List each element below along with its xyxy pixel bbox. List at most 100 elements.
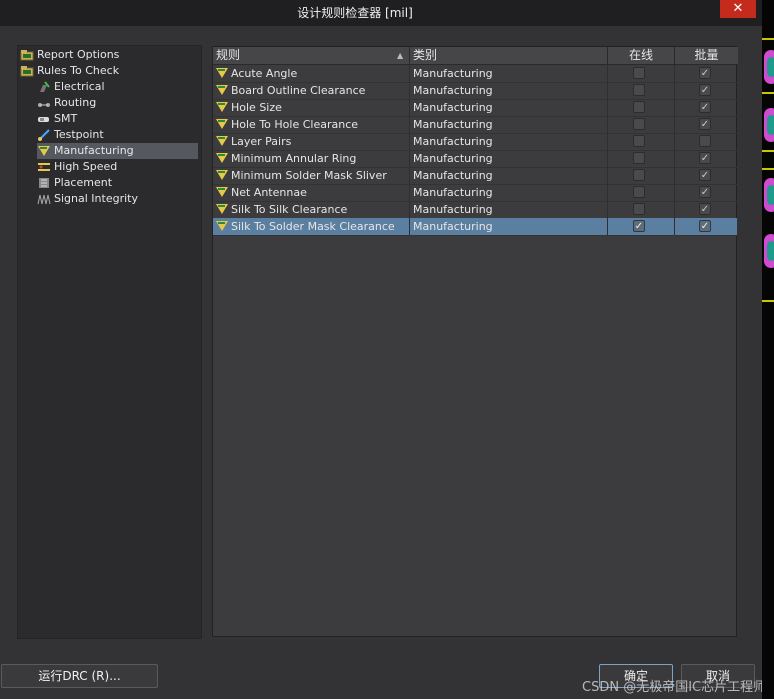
column-divider (607, 150, 608, 167)
tree-item-routing[interactable]: Routing (37, 95, 198, 111)
manufacturing-rule-icon (215, 203, 229, 216)
column-header-online-label: 在线 (628, 48, 653, 62)
manufacturing-rule-icon (215, 186, 229, 199)
tree-item-label: Report Options (37, 48, 120, 61)
column-divider (607, 133, 608, 150)
online-checkbox[interactable] (633, 186, 645, 198)
rule-category: Manufacturing (413, 135, 493, 148)
tree-item-label: Rules To Check (37, 64, 120, 77)
column-divider (607, 99, 608, 116)
column-header-batch[interactable]: 批量 (674, 47, 738, 64)
rule-name: Hole Size (231, 101, 282, 114)
watermark: CSDN @无极帝国IC芯片工程师 (582, 680, 767, 695)
column-divider (409, 218, 410, 235)
close-button[interactable]: ✕ (720, 0, 756, 18)
manufacturing-icon (37, 145, 51, 157)
column-divider (409, 150, 410, 167)
tree-item-manufacturing[interactable]: Manufacturing (37, 143, 198, 159)
grid-header: 规则 ▲ 类别 在线 批量 (213, 47, 738, 65)
tree-item-testpoint[interactable]: Testpoint (37, 127, 198, 143)
column-header-rule[interactable]: 规则 ▲ (216, 47, 406, 64)
rule-name: Minimum Solder Mask Sliver (231, 169, 387, 182)
online-checkbox[interactable] (633, 84, 645, 96)
batch-checkbox[interactable]: ✓ (699, 203, 711, 215)
tree-item-report-options[interactable]: Report Options (20, 47, 198, 63)
tree-item-smt[interactable]: SMT (37, 111, 198, 127)
column-header-rule-label: 规则 (216, 48, 241, 62)
batch-checkbox[interactable]: ✓ (699, 67, 711, 79)
column-divider (674, 65, 675, 82)
routing-icon (37, 97, 51, 109)
manufacturing-rule-icon (215, 101, 229, 114)
run-drc-button[interactable]: 运行DRC (R)... (1, 664, 158, 688)
rule-row[interactable]: Silk To Silk Clearance Manufacturing ✓ (213, 201, 737, 219)
batch-checkbox[interactable]: ✓ (699, 118, 711, 130)
rule-row[interactable]: Minimum Solder Mask Sliver Manufacturing ✓ (213, 167, 737, 185)
column-divider (607, 116, 608, 133)
rule-category: Manufacturing (413, 152, 493, 165)
column-divider (607, 201, 608, 218)
close-icon: ✕ (732, 1, 744, 16)
batch-checkbox[interactable]: ✓ (699, 101, 711, 113)
placement-icon (37, 177, 51, 189)
manufacturing-rule-icon (215, 220, 229, 233)
column-divider (607, 218, 608, 235)
column-divider (674, 99, 675, 116)
folder-icon (20, 65, 34, 77)
column-divider (409, 133, 410, 150)
manufacturing-rule-icon (215, 84, 229, 97)
rule-category: Manufacturing (413, 101, 493, 114)
rule-category: Manufacturing (413, 203, 493, 216)
rule-name: Minimum Annular Ring (231, 152, 357, 165)
column-divider (607, 82, 608, 99)
column-divider (674, 201, 675, 218)
online-checkbox[interactable] (633, 152, 645, 164)
batch-checkbox[interactable]: ✓ (699, 186, 711, 198)
rule-name: Silk To Silk Clearance (231, 203, 348, 216)
online-checkbox[interactable] (633, 67, 645, 79)
online-checkbox[interactable] (633, 203, 645, 215)
batch-checkbox[interactable]: ✓ (699, 220, 711, 232)
column-header-online[interactable]: 在线 (607, 47, 674, 64)
online-checkbox[interactable] (633, 135, 645, 147)
column-divider (607, 167, 608, 184)
batch-checkbox[interactable]: ✓ (699, 84, 711, 96)
rule-row[interactable]: Layer Pairs Manufacturing (213, 133, 737, 151)
batch-checkbox[interactable]: ✓ (699, 169, 711, 181)
tree-item-high-speed[interactable]: High Speed (37, 159, 198, 175)
tree-item-electrical[interactable]: Electrical (37, 79, 198, 95)
tree-item-label: High Speed (54, 160, 118, 173)
tree-item-signal-integrity[interactable]: Signal Integrity (37, 191, 198, 207)
online-checkbox[interactable]: ✓ (633, 220, 645, 232)
rule-row[interactable]: Board Outline Clearance Manufacturing ✓ (213, 82, 737, 100)
manufacturing-rule-icon (215, 135, 229, 148)
testpoint-icon (37, 129, 51, 141)
rule-category: Manufacturing (413, 169, 493, 182)
online-checkbox[interactable] (633, 169, 645, 181)
batch-checkbox[interactable] (699, 135, 711, 147)
rule-row[interactable]: Net Antennae Manufacturing ✓ (213, 184, 737, 202)
online-checkbox[interactable] (633, 118, 645, 130)
column-header-category[interactable]: 类别 (409, 47, 610, 64)
column-divider (674, 167, 675, 184)
online-checkbox[interactable] (633, 101, 645, 113)
window-title: 设计规则检查器 [mil] (297, 6, 413, 20)
rule-name: Hole To Hole Clearance (231, 118, 359, 131)
rule-row[interactable]: Silk To Solder Mask Clearance Manufacturi… (213, 218, 737, 236)
tree-item-label: Placement (54, 176, 113, 189)
rule-row[interactable]: Hole Size Manufacturing ✓ (213, 99, 737, 117)
rule-name: Silk To Solder Mask Clearance (231, 220, 395, 233)
tree-item-placement[interactable]: Placement (37, 175, 198, 191)
rule-name: Net Antennae (231, 186, 307, 199)
rule-row[interactable]: Hole To Hole Clearance Manufacturing ✓ (213, 116, 737, 134)
column-divider (674, 133, 675, 150)
rule-row[interactable]: Acute Angle Manufacturing ✓ (213, 65, 737, 83)
rule-row[interactable]: Minimum Annular Ring Manufacturing ✓ (213, 150, 737, 168)
manufacturing-rule-icon (215, 67, 229, 80)
column-divider (674, 116, 675, 133)
batch-checkbox[interactable]: ✓ (699, 152, 711, 164)
tree-item-rules-to-check[interactable]: Rules To Check (20, 63, 198, 79)
column-divider (409, 65, 410, 82)
column-divider (409, 201, 410, 218)
rule-category: Manufacturing (413, 118, 493, 131)
